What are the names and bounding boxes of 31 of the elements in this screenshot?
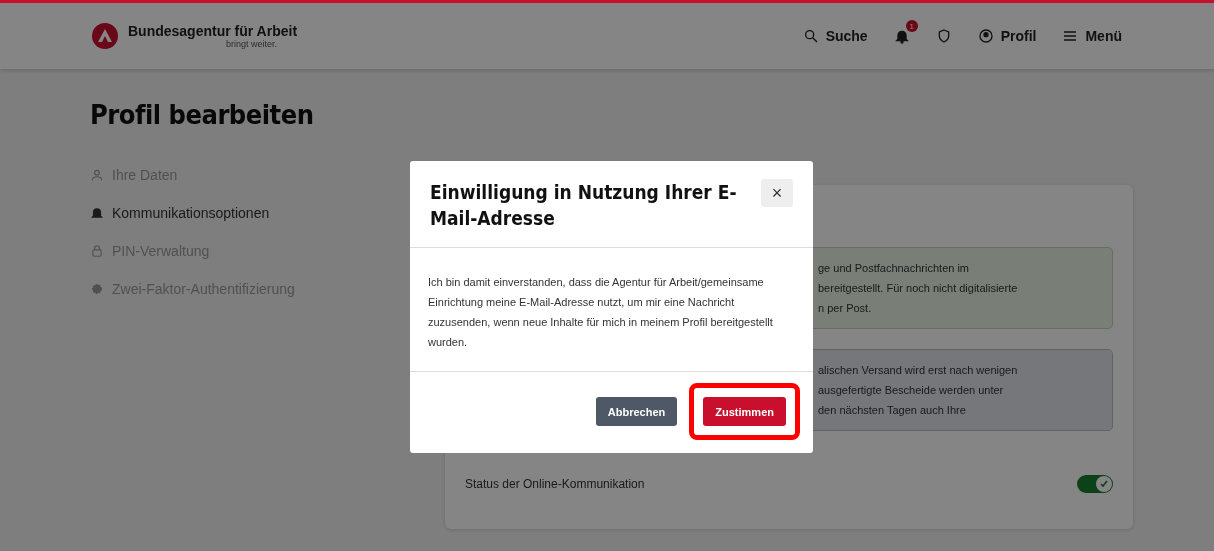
search-icon — [802, 28, 819, 44]
status-toggle[interactable] — [1077, 475, 1113, 493]
lock-icon — [90, 244, 104, 258]
alert-text: alischen Versand wird erst nach wenigen — [818, 363, 1018, 378]
check-icon — [1099, 479, 1109, 489]
menu-icon — [1062, 28, 1079, 44]
page-title: Profil bearbeiten — [90, 99, 315, 130]
profile-nav-button[interactable]: Profil — [975, 26, 1039, 46]
gear-icon — [90, 282, 104, 296]
agree-button[interactable]: Zustimmen — [703, 397, 786, 426]
cancel-button[interactable]: Abbrechen — [595, 397, 678, 426]
sidebar-item[interactable]: Kommunikationsoptionen — [90, 194, 270, 232]
dialog-title: Einwilligung in Nutzung Ihrer E-Mail-Adresse — [430, 180, 738, 231]
search-nav-button[interactable]: Suche — [800, 26, 870, 46]
alert-text: n per Post. — [818, 301, 872, 316]
menu-nav-button[interactable]: Menü — [1060, 26, 1124, 46]
brand-tagline: bringt weiter. — [226, 39, 278, 49]
dialog-text: Ich bin damit einverstanden, dass die Agentur für Arbeit/gemeinsame Einrichtung meine E-Mail-Adresse nutzt, um mir eine Nachricht zuzusenden, wenn neue Inhalte für mich in meinem Profil bereitgestellt wurden. — [410, 248, 813, 372]
alert-text: den nächsten Tagen auch Ihre — [818, 403, 966, 418]
person-icon — [90, 168, 104, 182]
alert-text: ausgefertigte Bescheide werden unter — [818, 383, 1004, 398]
notification-badge: 1 — [905, 20, 918, 32]
profile-icon — [977, 28, 994, 44]
brand-name: Bundesagentur für Arbeit — [128, 23, 298, 39]
bell-icon — [893, 28, 910, 44]
bell-icon — [90, 206, 104, 220]
alert-text: bereitgestellt. Für noch nicht digitalisierte — [818, 281, 1018, 296]
logo-icon — [92, 23, 118, 49]
status-label: Status der Online-Kommunikation — [465, 477, 645, 491]
close-button[interactable]: × — [761, 179, 793, 207]
alert-text: ge und Postfachnachrichten im — [818, 261, 970, 276]
